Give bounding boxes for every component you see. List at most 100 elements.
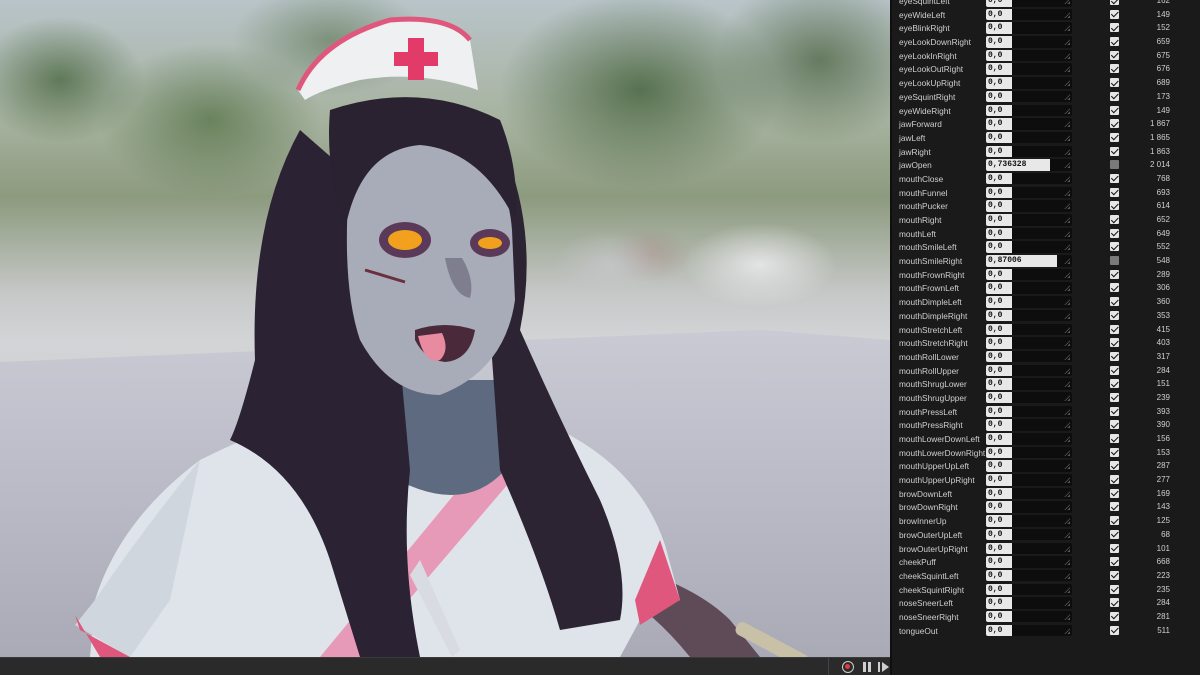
blendshape-value-field[interactable]: 0,0 bbox=[986, 515, 1072, 527]
blendshape-value-field[interactable]: 0,0 bbox=[986, 474, 1072, 486]
blendshape-value-field[interactable]: 0,0 bbox=[986, 241, 1072, 253]
resize-grip-icon[interactable] bbox=[1064, 503, 1070, 511]
blendshape-enabled-checkbox[interactable] bbox=[1110, 105, 1119, 115]
blendshape-enabled-checkbox[interactable] bbox=[1110, 269, 1119, 279]
blendshape-enabled-checkbox[interactable] bbox=[1110, 406, 1119, 416]
resize-grip-icon[interactable] bbox=[1064, 517, 1070, 525]
blendshape-enabled-checkbox[interactable] bbox=[1110, 516, 1119, 526]
blendshape-enabled-checkbox[interactable] bbox=[1110, 324, 1119, 334]
blendshape-enabled-checkbox[interactable] bbox=[1110, 173, 1119, 183]
resize-grip-icon[interactable] bbox=[1064, 284, 1070, 292]
blendshape-enabled-checkbox[interactable] bbox=[1110, 434, 1119, 443]
resize-grip-icon[interactable] bbox=[1064, 311, 1070, 319]
blendshape-value-field[interactable]: 0,0 bbox=[986, 90, 1072, 103]
blendshape-value-field[interactable]: 0,0 bbox=[986, 63, 1072, 75]
resize-grip-icon[interactable] bbox=[1064, 558, 1070, 566]
blendshape-enabled-checkbox[interactable] bbox=[1110, 529, 1119, 539]
blendshape-enabled-checkbox[interactable] bbox=[1110, 146, 1119, 156]
resize-grip-icon[interactable] bbox=[1064, 435, 1070, 442]
blendshape-value-field[interactable]: 0,0 bbox=[986, 624, 1072, 637]
blendshape-enabled-checkbox[interactable] bbox=[1110, 502, 1119, 512]
resize-grip-icon[interactable] bbox=[1064, 229, 1070, 237]
blendshape-value-field[interactable]: 0,736328 bbox=[986, 159, 1072, 171]
blendshape-value-field[interactable]: 0,0 bbox=[986, 323, 1072, 335]
blendshape-value-field[interactable]: 0,0 bbox=[986, 597, 1072, 609]
blendshape-enabled-checkbox[interactable] bbox=[1110, 201, 1119, 211]
blendshape-enabled-checkbox[interactable] bbox=[1110, 242, 1119, 252]
blendshape-value-field[interactable]: 0,0 bbox=[986, 391, 1072, 404]
blendshape-enabled-checkbox[interactable] bbox=[1110, 64, 1119, 74]
resize-grip-icon[interactable] bbox=[1064, 530, 1070, 538]
resize-grip-icon[interactable] bbox=[1064, 626, 1070, 634]
blendshape-value-field[interactable]: 0,0 bbox=[986, 214, 1072, 226]
blendshape-enabled-checkbox[interactable] bbox=[1110, 488, 1119, 498]
resize-grip-icon[interactable] bbox=[1064, 24, 1070, 32]
blendshape-value-field[interactable]: 0,0 bbox=[986, 542, 1072, 554]
blendshape-enabled-checkbox[interactable] bbox=[1110, 37, 1119, 47]
blendshape-enabled-checkbox[interactable] bbox=[1110, 132, 1119, 142]
resize-grip-icon[interactable] bbox=[1064, 202, 1070, 210]
resize-grip-icon[interactable] bbox=[1064, 407, 1070, 415]
resize-grip-icon[interactable] bbox=[1064, 133, 1070, 141]
blendshape-value-field[interactable]: 0,0 bbox=[986, 337, 1072, 349]
blendshape-enabled-checkbox[interactable] bbox=[1110, 475, 1119, 485]
resize-grip-icon[interactable] bbox=[1064, 0, 1070, 4]
blendshape-enabled-checkbox[interactable] bbox=[1110, 256, 1119, 266]
blendshape-value-field[interactable]: 0,0 bbox=[986, 528, 1072, 541]
record-icon[interactable] bbox=[842, 661, 854, 673]
blendshape-value-field[interactable]: 0,0 bbox=[986, 583, 1072, 596]
blendshape-enabled-checkbox[interactable] bbox=[1110, 392, 1119, 402]
blendshape-enabled-checkbox[interactable] bbox=[1110, 187, 1119, 197]
resize-grip-icon[interactable] bbox=[1064, 476, 1070, 484]
blendshape-enabled-checkbox[interactable] bbox=[1110, 598, 1119, 608]
resize-grip-icon[interactable] bbox=[1064, 188, 1070, 196]
blendshape-enabled-checkbox[interactable] bbox=[1110, 338, 1119, 348]
resize-grip-icon[interactable] bbox=[1064, 585, 1070, 593]
blendshape-enabled-checkbox[interactable] bbox=[1110, 215, 1119, 224]
blendshape-value-field[interactable]: 0,0 bbox=[986, 49, 1072, 62]
resize-grip-icon[interactable] bbox=[1064, 352, 1070, 360]
blendshape-value-field[interactable]: 0,0 bbox=[986, 131, 1072, 144]
blendshape-enabled-checkbox[interactable] bbox=[1110, 543, 1119, 553]
3d-viewport[interactable] bbox=[0, 0, 890, 657]
pause-icon[interactable] bbox=[861, 661, 873, 673]
blendshape-enabled-checkbox[interactable] bbox=[1110, 310, 1119, 320]
blendshape-value-field[interactable]: 0,0 bbox=[986, 200, 1072, 212]
blendshape-enabled-checkbox[interactable] bbox=[1110, 119, 1119, 129]
blendshape-value-field[interactable]: 0,0 bbox=[986, 419, 1072, 431]
blendshape-enabled-checkbox[interactable] bbox=[1110, 611, 1119, 621]
blendshape-value-field[interactable]: 0,0 bbox=[986, 487, 1072, 500]
resize-grip-icon[interactable] bbox=[1064, 298, 1070, 306]
blendshape-value-field[interactable]: 0,0 bbox=[986, 309, 1072, 322]
resize-grip-icon[interactable] bbox=[1064, 571, 1070, 579]
resize-grip-icon[interactable] bbox=[1064, 339, 1070, 347]
resize-grip-icon[interactable] bbox=[1064, 448, 1070, 456]
blendshape-enabled-checkbox[interactable] bbox=[1110, 625, 1119, 635]
resize-grip-icon[interactable] bbox=[1064, 92, 1070, 100]
blendshape-value-field[interactable]: 0,0 bbox=[986, 77, 1072, 89]
resize-grip-icon[interactable] bbox=[1064, 599, 1070, 607]
blendshape-enabled-checkbox[interactable] bbox=[1110, 9, 1119, 19]
resize-grip-icon[interactable] bbox=[1064, 325, 1070, 333]
blendshape-value-field[interactable]: 0,0 bbox=[986, 446, 1072, 459]
blendshape-value-field[interactable]: 0,0 bbox=[986, 556, 1072, 568]
blendshape-value-field[interactable]: 0,0 bbox=[986, 36, 1072, 48]
resize-grip-icon[interactable] bbox=[1064, 120, 1070, 128]
blendshape-value-field[interactable]: 0,87006 bbox=[986, 255, 1072, 267]
resize-grip-icon[interactable] bbox=[1064, 489, 1070, 497]
resize-grip-icon[interactable] bbox=[1064, 161, 1070, 169]
blendshape-value-field[interactable]: 0,0 bbox=[986, 268, 1072, 281]
resize-grip-icon[interactable] bbox=[1064, 65, 1070, 73]
blendshape-enabled-checkbox[interactable] bbox=[1110, 570, 1119, 580]
blendshape-value-field[interactable]: 0,0 bbox=[986, 501, 1072, 513]
blendshape-value-field[interactable]: 0,0 bbox=[986, 227, 1072, 240]
blendshape-enabled-checkbox[interactable] bbox=[1110, 379, 1119, 389]
blendshape-enabled-checkbox[interactable] bbox=[1110, 91, 1119, 101]
blendshape-value-field[interactable]: 0,0 bbox=[986, 282, 1072, 294]
blendshape-value-field[interactable]: 0,0 bbox=[986, 378, 1072, 390]
blendshape-value-field[interactable]: 0,0 bbox=[986, 145, 1072, 158]
blendshape-enabled-checkbox[interactable] bbox=[1110, 351, 1119, 361]
blendshape-value-field[interactable]: 0,0 bbox=[986, 433, 1072, 445]
blendshape-value-field[interactable]: 0,0 bbox=[986, 405, 1072, 418]
resize-grip-icon[interactable] bbox=[1064, 612, 1070, 620]
